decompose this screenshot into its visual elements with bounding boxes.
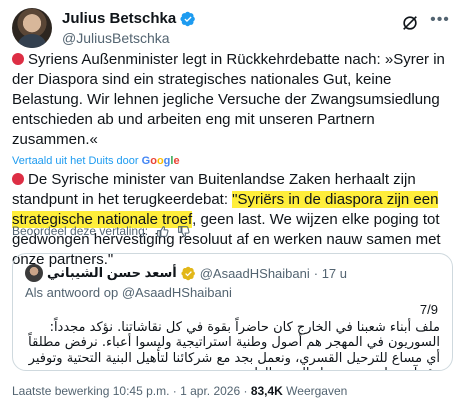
thumbs-up-icon[interactable] xyxy=(156,225,169,238)
quoted-post-time[interactable]: · 17 u xyxy=(314,266,347,281)
verified-badge-icon xyxy=(180,11,196,27)
author-handle[interactable]: @JuliusBetschka xyxy=(62,29,170,47)
post-timestamp[interactable]: Laatste bewerking 10:45 p.m. · 1 apr. 20… xyxy=(12,384,251,398)
gold-verified-badge-icon xyxy=(181,266,195,280)
quoted-post-header: أسعد حسن الشيباني @AsaadHShaibani · 17 u xyxy=(25,264,347,282)
quoted-text: ملف أبناء شعبنا في الخارج كان حاضراً بقو… xyxy=(25,304,440,371)
original-text: Syriens Außenminister legt in Rückkehrde… xyxy=(12,51,445,148)
author-name[interactable]: Julius Betschka xyxy=(62,10,176,28)
translation-label: Vertaald uit het Duits door xyxy=(12,155,139,167)
red-circle-icon xyxy=(12,53,24,65)
views-count: 83,4K xyxy=(250,384,283,398)
post-meta: Laatste bewerking 10:45 p.m. · 1 apr. 20… xyxy=(12,384,347,398)
more-options-icon[interactable]: ••• xyxy=(429,12,451,32)
rate-label: Beoordeel deze vertaling: xyxy=(12,224,149,238)
thumbs-down-icon[interactable] xyxy=(177,225,190,238)
google-logo: Google xyxy=(141,155,180,167)
quoted-author-name[interactable]: أسعد حسن الشيباني xyxy=(47,265,177,281)
post-header: Julius Betschka @JuliusBetschka ••• xyxy=(12,8,453,48)
grok-icon[interactable] xyxy=(401,14,419,32)
author-avatar[interactable] xyxy=(12,8,52,48)
red-circle-icon xyxy=(12,173,24,185)
quoted-author-handle[interactable]: @AsaadHShaibani xyxy=(200,266,310,281)
author-name-row[interactable]: Julius Betschka xyxy=(62,10,196,28)
rate-translation: Beoordeel deze vertaling: xyxy=(12,224,190,238)
quoted-author-avatar[interactable] xyxy=(25,264,43,282)
original-text-paragraph: Syriens Außenminister legt in Rückkehrde… xyxy=(12,50,452,150)
quoted-text-content: ملف أبناء شعبنا في الخارج كان حاضراً بقو… xyxy=(28,319,440,371)
translation-credit[interactable]: Vertaald uit het Duits door Google xyxy=(12,154,452,168)
views-label: Weergaven xyxy=(282,384,348,398)
quoted-post[interactable]: أسعد حسن الشيباني @AsaadHShaibani · 17 u… xyxy=(12,253,453,371)
reply-to-label: Als antwoord op @AsaadHShaibani xyxy=(25,285,232,300)
